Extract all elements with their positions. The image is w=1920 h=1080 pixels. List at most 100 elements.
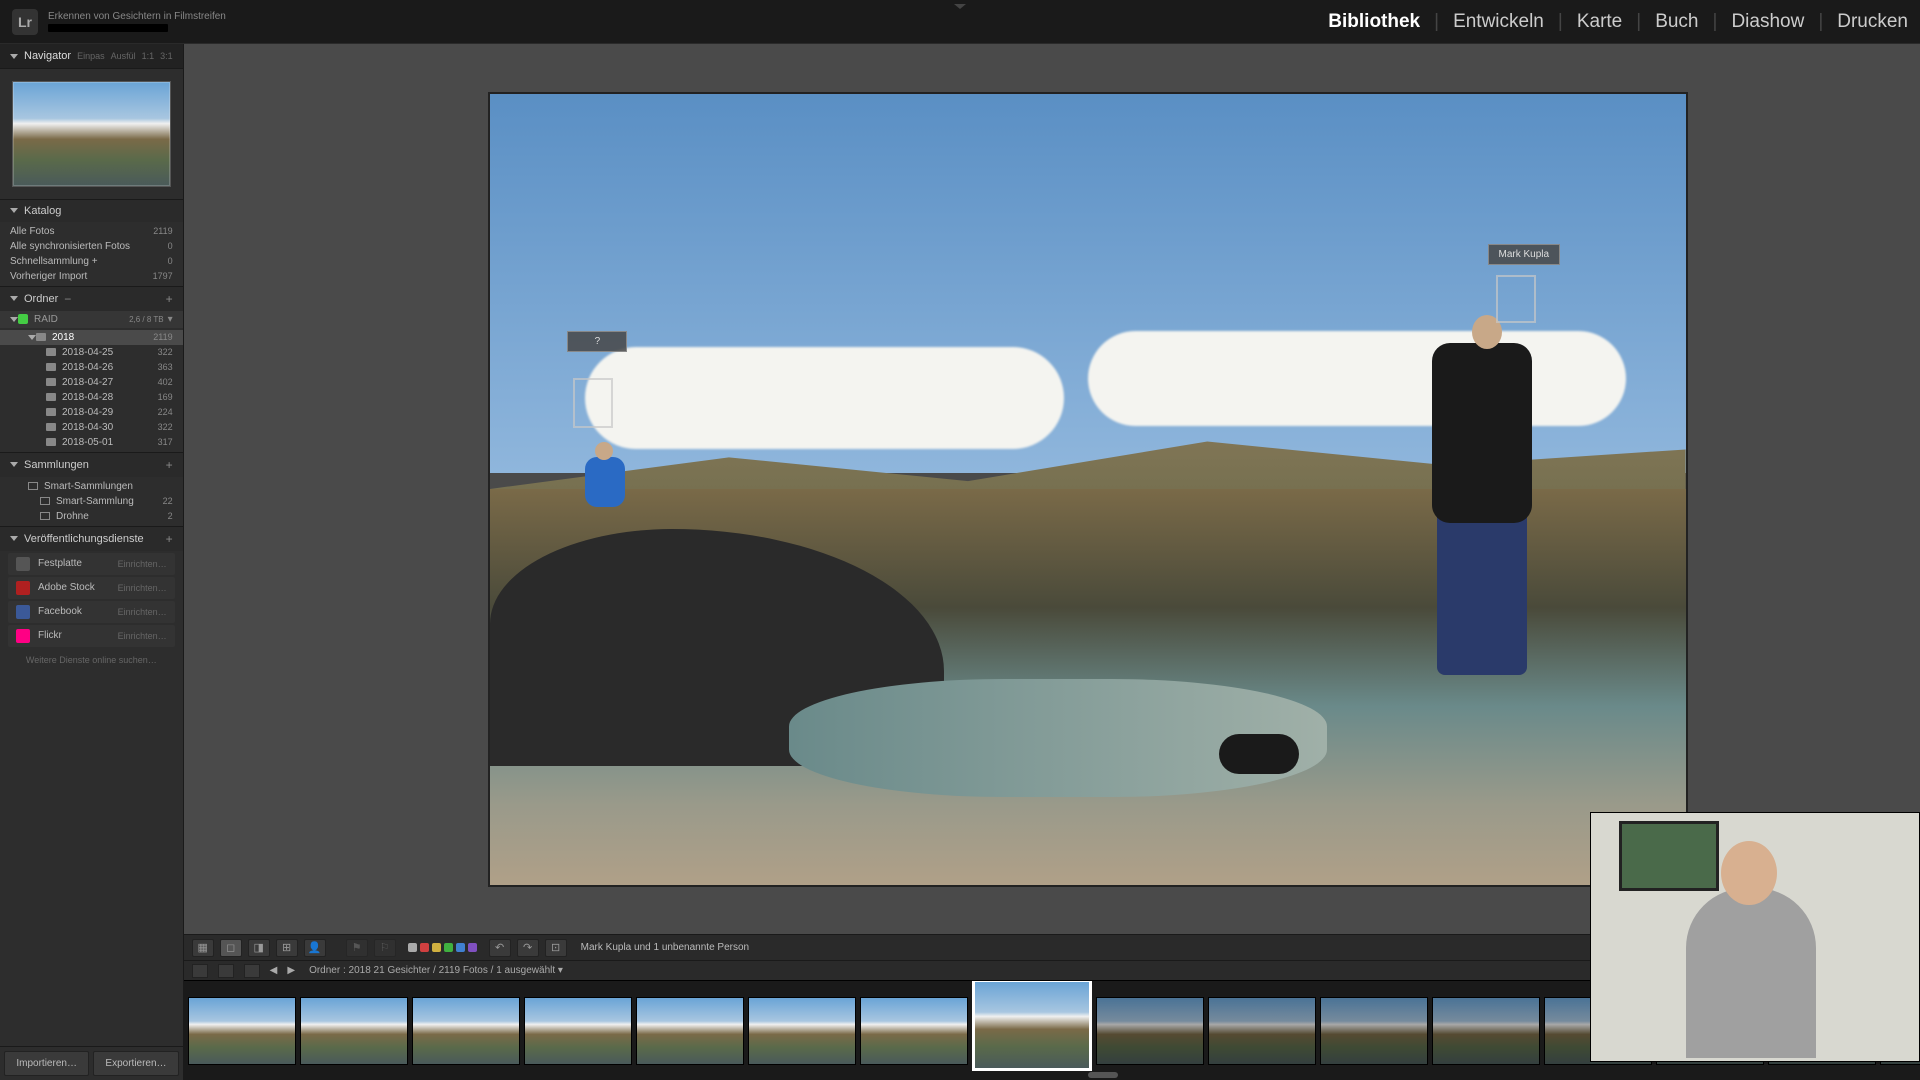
- people-view-button[interactable]: 👤: [304, 939, 326, 957]
- collections-header[interactable]: Sammlungen +: [0, 452, 183, 477]
- survey-view-button[interactable]: ⊞: [276, 939, 298, 957]
- setup-link[interactable]: Einrichten…: [118, 559, 167, 569]
- face-box-person[interactable]: [1496, 275, 1536, 323]
- filmstrip-thumb[interactable]: [1096, 997, 1204, 1065]
- chevron-down-icon[interactable]: ▾: [168, 314, 173, 325]
- plus-icon[interactable]: +: [166, 458, 173, 472]
- filmstrip-thumb[interactable]: [1320, 997, 1428, 1065]
- color-label[interactable]: [420, 943, 429, 952]
- folder-row[interactable]: 2018-05-01317: [0, 435, 183, 450]
- folder-icon: [46, 393, 56, 401]
- import-button[interactable]: Importieren…: [4, 1051, 89, 1076]
- catalog-row[interactable]: Alle synchronisierten Fotos0: [0, 239, 183, 254]
- folder-row[interactable]: 2018-04-25322: [0, 345, 183, 360]
- main-image[interactable]: ? Mark Kupla: [488, 92, 1688, 887]
- collection-icon: [40, 497, 50, 505]
- navigator-header[interactable]: Navigator Einpas Ausfül 1:1 3:1: [0, 44, 183, 69]
- image-area[interactable]: ? Mark Kupla: [184, 44, 1920, 934]
- secondary-display-button[interactable]: [192, 964, 208, 978]
- filmstrip-thumb[interactable]: [748, 997, 856, 1065]
- nav-bibliothek[interactable]: Bibliothek: [1328, 11, 1420, 33]
- folder-row[interactable]: 2018-04-26363: [0, 360, 183, 375]
- filmstrip-thumb[interactable]: [636, 997, 744, 1065]
- secondary-display-2-button[interactable]: [218, 964, 234, 978]
- compare-view-button[interactable]: ◨: [248, 939, 270, 957]
- nav-karte[interactable]: Karte: [1577, 11, 1622, 33]
- service-icon: [16, 629, 30, 643]
- nav-buch[interactable]: Buch: [1655, 11, 1698, 33]
- collection-icon: [40, 512, 50, 520]
- view-grid-icon[interactable]: [244, 964, 260, 978]
- filmstrip-scrollbar[interactable]: [184, 1072, 1920, 1078]
- publish-more-link[interactable]: Weitere Dienste online suchen…: [0, 649, 183, 671]
- top-expander-icon[interactable]: [954, 4, 966, 9]
- catalog-title: Katalog: [24, 205, 61, 217]
- folder-row[interactable]: 2018-04-27402: [0, 375, 183, 390]
- filmstrip-thumb[interactable]: [412, 997, 520, 1065]
- face-tag-person[interactable]: Mark Kupla: [1488, 244, 1561, 265]
- service-icon: [16, 557, 30, 571]
- color-label[interactable]: [432, 943, 441, 952]
- nav-entwickeln[interactable]: Entwickeln: [1453, 11, 1544, 33]
- color-label[interactable]: [468, 943, 477, 952]
- catalog-header[interactable]: Katalog: [0, 199, 183, 222]
- collection-row[interactable]: Drohne2: [0, 509, 183, 524]
- setup-link[interactable]: Einrichten…: [118, 631, 167, 641]
- filmstrip-thumb[interactable]: [860, 997, 968, 1065]
- navigator-thumbnail[interactable]: [12, 81, 171, 187]
- folder-row[interactable]: 2018-04-29224: [0, 405, 183, 420]
- plus-icon[interactable]: +: [166, 532, 173, 546]
- folder-row[interactable]: 2018-04-28169: [0, 390, 183, 405]
- flag-reject-button[interactable]: ⚐: [374, 939, 396, 957]
- filmstrip-thumb[interactable]: [1432, 997, 1540, 1065]
- face-tag-button[interactable]: ⊡: [545, 939, 567, 957]
- color-label[interactable]: [456, 943, 465, 952]
- breadcrumb[interactable]: Ordner : 2018 21 Gesichter / 2119 Fotos …: [309, 965, 563, 976]
- publish-header[interactable]: Veröffentlichungsdienste +: [0, 526, 183, 551]
- face-box-unknown[interactable]: [573, 378, 613, 428]
- catalog-row[interactable]: Alle Fotos2119: [0, 224, 183, 239]
- flag-pick-button[interactable]: ⚑: [346, 939, 368, 957]
- folder-icon: [46, 348, 56, 356]
- collection-row[interactable]: Smart-Sammlung22: [0, 494, 183, 509]
- folder-label: 2018: [52, 332, 74, 343]
- nav-drucken[interactable]: Drucken: [1837, 11, 1908, 33]
- nav-fwd-icon[interactable]: ▶: [287, 965, 295, 976]
- minus-icon[interactable]: −: [64, 292, 71, 306]
- catalog-row[interactable]: Vorheriger Import1797: [0, 269, 183, 284]
- disk-row[interactable]: RAID 2,6 / 8 TB ▾: [0, 311, 183, 328]
- filmstrip-thumb[interactable]: [1208, 997, 1316, 1065]
- catalog-row[interactable]: Schnellsammlung +0: [0, 254, 183, 269]
- folders-header[interactable]: Ordner − +: [0, 286, 183, 311]
- loupe-view-button[interactable]: ◻: [220, 939, 242, 957]
- color-label[interactable]: [408, 943, 417, 952]
- zoom-controls[interactable]: Einpas Ausfül 1:1 3:1: [77, 51, 173, 61]
- filmstrip-thumb[interactable]: [524, 997, 632, 1065]
- color-labels[interactable]: [408, 943, 477, 952]
- publish-row[interactable]: FacebookEinrichten…: [8, 601, 175, 623]
- export-button[interactable]: Exportieren…: [93, 1051, 178, 1076]
- folder-year-row[interactable]: 2018 2119: [0, 330, 183, 345]
- rotate-cw-button[interactable]: ↷: [517, 939, 539, 957]
- publish-row[interactable]: FlickrEinrichten…: [8, 625, 175, 647]
- folder-row[interactable]: 2018-04-30322: [0, 420, 183, 435]
- filmstrip-thumb[interactable]: [188, 997, 296, 1065]
- folder-icon: [46, 363, 56, 371]
- rotate-ccw-button[interactable]: ↶: [489, 939, 511, 957]
- setup-link[interactable]: Einrichten…: [118, 583, 167, 593]
- plus-icon[interactable]: +: [166, 292, 173, 306]
- chevron-down-icon: [10, 317, 18, 322]
- face-tag-unknown[interactable]: ?: [567, 331, 627, 352]
- publish-row[interactable]: FestplatteEinrichten…: [8, 553, 175, 575]
- collection-row[interactable]: Smart-Sammlungen: [0, 479, 183, 494]
- publish-title: Veröffentlichungsdienste: [24, 533, 144, 545]
- setup-link[interactable]: Einrichten…: [118, 607, 167, 617]
- filmstrip-thumb[interactable]: [972, 980, 1092, 1071]
- grid-view-button[interactable]: ▦: [192, 939, 214, 957]
- color-label[interactable]: [444, 943, 453, 952]
- filmstrip-thumb[interactable]: [300, 997, 408, 1065]
- nav-back-icon[interactable]: ◀: [270, 965, 278, 976]
- nav-diashow[interactable]: Diashow: [1731, 11, 1804, 33]
- publish-row[interactable]: Adobe StockEinrichten…: [8, 577, 175, 599]
- folder-icon: [46, 423, 56, 431]
